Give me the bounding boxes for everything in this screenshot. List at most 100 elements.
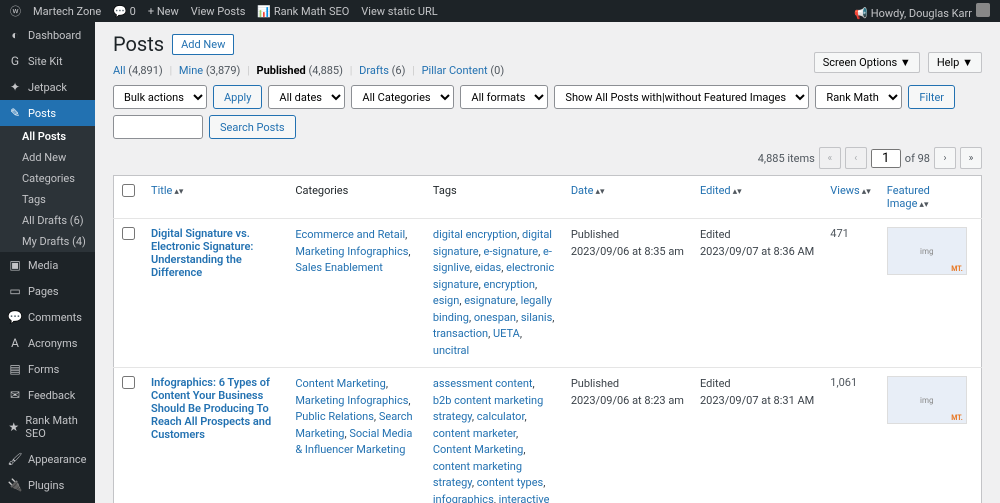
sidebar-icon: 🔌	[8, 478, 22, 492]
col-date[interactable]: Date▴▾	[563, 176, 692, 219]
row-checkbox[interactable]	[122, 227, 135, 240]
last-page-button[interactable]: »	[960, 147, 982, 169]
featured-cell: img	[879, 219, 982, 368]
term-link[interactable]: esignature	[464, 294, 516, 307]
next-page-button[interactable]: ›	[934, 147, 956, 169]
term-link[interactable]: e-signature	[484, 245, 539, 258]
sidebar-item-site-kit[interactable]: GSite Kit	[0, 48, 95, 74]
search-input[interactable]	[113, 115, 203, 139]
featured-thumbnail[interactable]: img	[887, 376, 967, 424]
featured-thumbnail[interactable]: img	[887, 227, 967, 275]
status-drafts[interactable]: Drafts	[359, 64, 389, 77]
sidebar-item-users[interactable]: 👤Users	[0, 498, 95, 503]
sidebar-icon: ◐	[8, 28, 22, 42]
term-link[interactable]: content marketer	[433, 427, 516, 440]
sidebar-item-feedback[interactable]: ✉Feedback	[0, 382, 95, 408]
term-link[interactable]: onespan	[474, 311, 516, 324]
tags-cell: digital encryption, digital signature, e…	[425, 219, 563, 368]
view-static-link[interactable]: View static URL	[361, 5, 437, 18]
term-link[interactable]: silanis	[521, 311, 552, 324]
new-link[interactable]: + New	[148, 5, 179, 18]
bulk-actions-select[interactable]: Bulk actions	[113, 85, 207, 109]
col-featured[interactable]: Featured Image▴▾	[879, 176, 982, 219]
sidebar-sub-my-drafts-4-[interactable]: My Drafts (4)	[0, 231, 95, 252]
sidebar-item-dashboard[interactable]: ◐Dashboard	[0, 22, 95, 48]
featured-cell: img	[879, 368, 982, 503]
edited-cell: Edited2023/09/07 at 8:36 AM	[692, 219, 822, 368]
term-link[interactable]: UETA	[493, 327, 520, 340]
post-title-link[interactable]: Digital Signature vs. Electronic Signatu…	[151, 227, 279, 279]
sidebar-label: Pages	[28, 285, 59, 298]
term-link[interactable]: assessment content	[433, 377, 533, 390]
view-posts-link[interactable]: View Posts	[191, 5, 246, 18]
term-link[interactable]: Content Marketing	[433, 443, 523, 456]
search-button[interactable]: Search Posts	[209, 115, 296, 139]
post-title-link[interactable]: Infographics: 6 Types of Content Your Bu…	[151, 376, 279, 441]
term-link[interactable]: content types	[477, 476, 543, 489]
prev-page-button[interactable]: ‹	[845, 147, 867, 169]
select-all-checkbox[interactable]	[122, 184, 135, 197]
term-link[interactable]: Marketing Infographics	[295, 245, 408, 258]
col-tags[interactable]: Tags	[425, 176, 563, 219]
current-page-input[interactable]	[871, 149, 901, 168]
help-button[interactable]: Help ▼	[928, 52, 982, 73]
howdy-link[interactable]: 📢 Howdy, Douglas Karr	[854, 3, 990, 20]
first-page-button[interactable]: «	[819, 147, 841, 169]
sidebar-item-rank-math-seo[interactable]: ★Rank Math SEO	[0, 408, 95, 446]
sidebar-item-appearance[interactable]: 🖌Appearance	[0, 446, 95, 472]
sidebar-item-media[interactable]: ▣Media	[0, 252, 95, 278]
sidebar-item-forms[interactable]: ▤Forms	[0, 356, 95, 382]
apply-button[interactable]: Apply	[213, 85, 262, 109]
term-link[interactable]: calculator	[477, 410, 525, 423]
status-pillar[interactable]: Pillar Content	[422, 64, 488, 77]
row-checkbox[interactable]	[122, 376, 135, 389]
term-link[interactable]: eidas	[475, 261, 501, 274]
site-name-link[interactable]: Martech Zone	[33, 5, 101, 18]
rank-math-link[interactable]: 📊 Rank Math SEO	[257, 5, 349, 18]
sidebar-item-acronyms[interactable]: AAcronyms	[0, 330, 95, 356]
sidebar-item-comments[interactable]: 💬Comments	[0, 304, 95, 330]
dates-select[interactable]: All dates	[268, 85, 345, 109]
col-views[interactable]: Views▴▾	[822, 176, 879, 219]
term-link[interactable]: encryption	[484, 278, 536, 291]
sidebar-item-posts[interactable]: ✎Posts	[0, 100, 95, 126]
term-link[interactable]: uncitral	[433, 344, 469, 357]
comments-link[interactable]: 💬 0	[113, 5, 136, 18]
date-cell: Published2023/09/06 at 8:35 am	[563, 219, 692, 368]
sidebar-sub-all-drafts-6-[interactable]: All Drafts (6)	[0, 210, 95, 231]
featured-images-select[interactable]: Show All Posts with|without Featured Ima…	[554, 85, 809, 109]
sidebar-sub-tags[interactable]: Tags	[0, 189, 95, 210]
term-link[interactable]: Sales Enablement	[295, 261, 383, 274]
sidebar-sub-add-new[interactable]: Add New	[0, 147, 95, 168]
add-new-button[interactable]: Add New	[172, 34, 234, 55]
col-categories[interactable]: Categories	[287, 176, 425, 219]
wp-logo[interactable]: ⓦ	[10, 3, 21, 19]
col-title[interactable]: Title▴▾	[143, 176, 287, 219]
col-edited[interactable]: Edited▴▾	[692, 176, 822, 219]
sidebar-item-jetpack[interactable]: ✦Jetpack	[0, 74, 95, 100]
sidebar-item-plugins[interactable]: 🔌Plugins	[0, 472, 95, 498]
formats-select[interactable]: All formats	[460, 85, 548, 109]
term-link[interactable]: Public Relations	[295, 410, 374, 423]
screen-options-button[interactable]: Screen Options ▼	[814, 52, 920, 73]
term-link[interactable]: Content Marketing	[295, 377, 385, 390]
sidebar-label: Forms	[28, 363, 59, 376]
status-mine[interactable]: Mine	[179, 64, 203, 77]
status-all[interactable]: All	[113, 64, 126, 77]
filter-button[interactable]: Filter	[908, 85, 955, 109]
term-link[interactable]: Marketing Infographics	[295, 394, 408, 407]
rank-math-select[interactable]: Rank Math	[815, 85, 902, 109]
sidebar-sub-categories[interactable]: Categories	[0, 168, 95, 189]
term-link[interactable]: digital encryption	[433, 228, 517, 241]
term-link[interactable]: Ecommerce and Retail	[295, 228, 405, 241]
status-published[interactable]: Published	[257, 64, 306, 77]
term-link[interactable]: transaction	[433, 327, 488, 340]
admin-bar: ⓦ Martech Zone 💬 0 + New View Posts 📊 Ra…	[0, 0, 1000, 22]
categories-select[interactable]: All Categories	[351, 85, 454, 109]
sidebar-label: Jetpack	[28, 81, 67, 94]
table-row: Infographics: 6 Types of Content Your Bu…	[114, 368, 982, 503]
sidebar-sub-all-posts[interactable]: All Posts	[0, 126, 95, 147]
term-link[interactable]: infographics	[433, 493, 494, 503]
term-link[interactable]: esign	[433, 294, 459, 307]
sidebar-item-pages[interactable]: ▭Pages	[0, 278, 95, 304]
